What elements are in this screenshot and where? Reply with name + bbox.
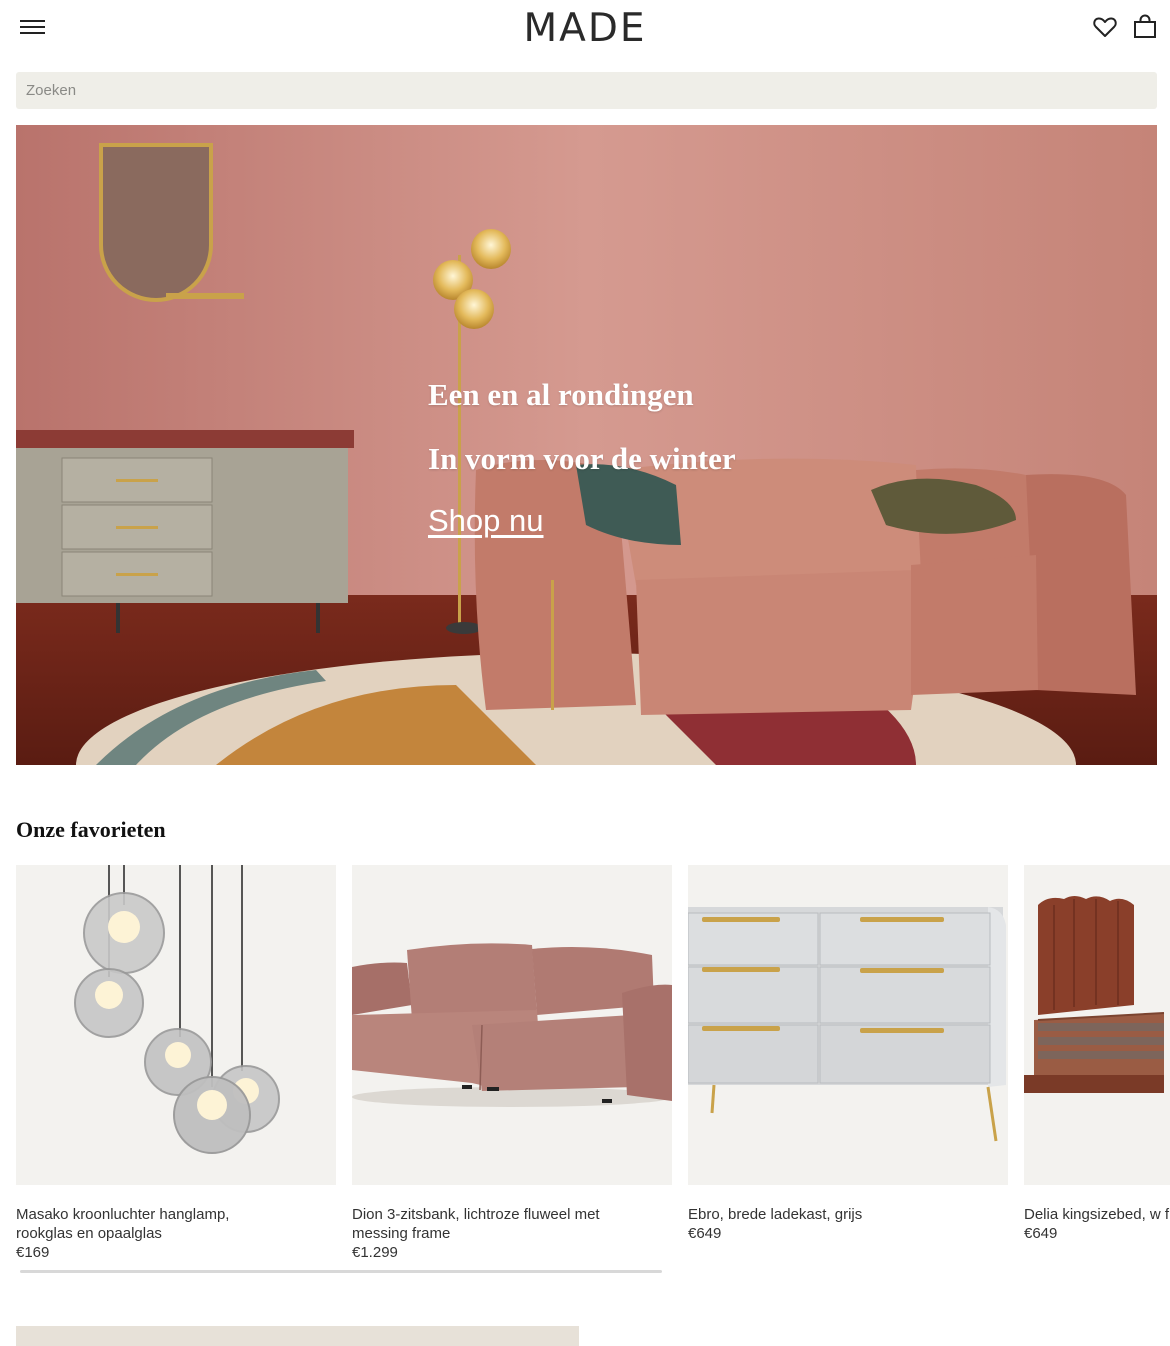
product-price: €649 bbox=[688, 1225, 722, 1242]
product-image-dresser[interactable] bbox=[688, 865, 1008, 1185]
product-image-lamp[interactable] bbox=[16, 865, 336, 1185]
product-name[interactable]: Dion 3-zitsbank, lichtroze fluweel met m… bbox=[352, 1205, 602, 1243]
product-name[interactable]: Masako kroonluchter hanglamp, rookglas e… bbox=[16, 1205, 266, 1243]
product-price: €169 bbox=[16, 1244, 50, 1261]
shopping-bag-icon[interactable] bbox=[1132, 14, 1158, 40]
hero-heading: Een en al rondingen bbox=[428, 377, 694, 412]
product-name[interactable]: Ebro, brede ladekast, grijs bbox=[688, 1205, 938, 1224]
product-card[interactable]: Delia kingsizebed, w fluweel €649 bbox=[1024, 865, 1170, 1243]
product-card[interactable]: Masako kroonluchter hanglamp, rookglas e… bbox=[16, 865, 336, 1262]
product-card[interactable]: Ebro, brede ladekast, grijs €649 bbox=[688, 865, 1008, 1243]
shop-now-link[interactable]: Shop nu bbox=[428, 503, 544, 539]
product-price: €649 bbox=[1024, 1225, 1058, 1242]
product-name[interactable]: Delia kingsizebed, w fluweel bbox=[1024, 1205, 1170, 1224]
product-price: €1.299 bbox=[352, 1244, 398, 1261]
heart-icon[interactable] bbox=[1092, 14, 1118, 40]
product-card[interactable]: Dion 3-zitsbank, lichtroze fluweel met m… bbox=[352, 865, 672, 1262]
search-input[interactable] bbox=[16, 72, 1157, 109]
site-header: MADE bbox=[0, 0, 1170, 58]
carousel-scrollbar[interactable] bbox=[20, 1270, 662, 1273]
product-image-sofa[interactable] bbox=[352, 865, 672, 1185]
site-logo[interactable]: MADE bbox=[0, 6, 1170, 51]
favorites-carousel[interactable]: Masako kroonluchter hanglamp, rookglas e… bbox=[16, 865, 1170, 1265]
hero-subheading: In vorm voor de winter bbox=[428, 441, 736, 476]
product-image-bed[interactable] bbox=[1024, 865, 1170, 1185]
header-actions bbox=[1092, 14, 1158, 40]
hero-text: Een en al rondingen In vorm voor de wint… bbox=[428, 377, 736, 539]
promo-image[interactable] bbox=[16, 1326, 579, 1346]
favorites-title: Onze favorieten bbox=[16, 817, 166, 842]
hero-banner[interactable]: Een en al rondingen In vorm voor de wint… bbox=[16, 125, 1157, 765]
